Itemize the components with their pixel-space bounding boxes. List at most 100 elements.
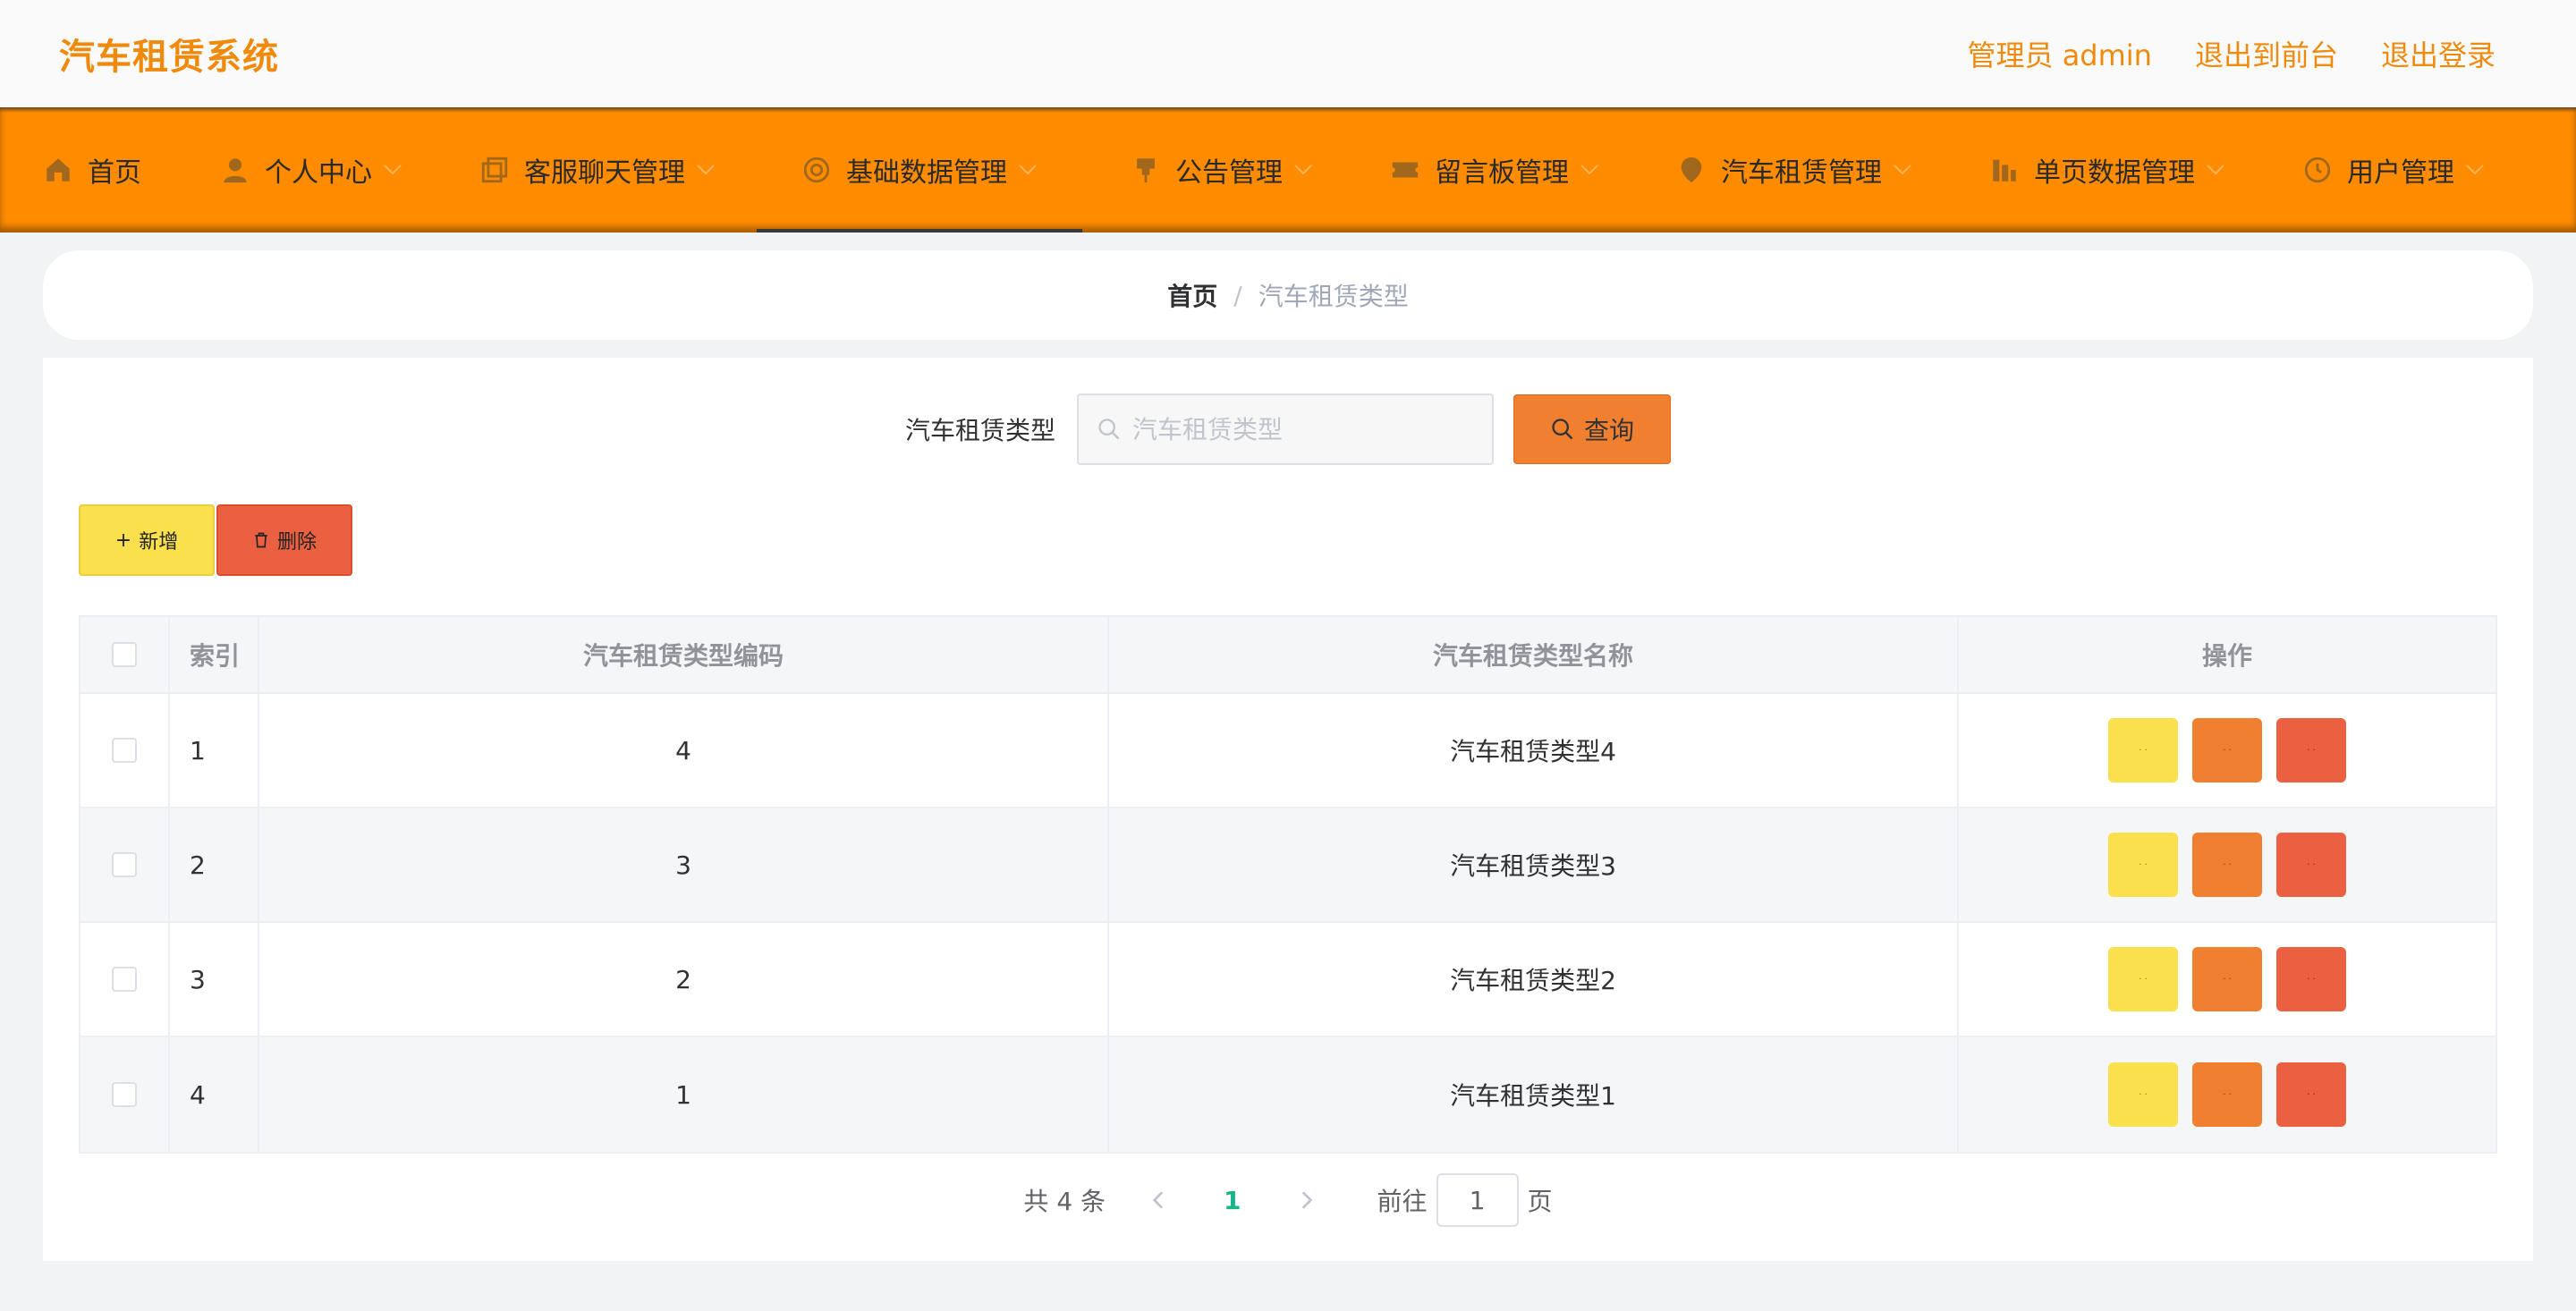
logout-link[interactable]: 退出登录 [2381,33,2496,74]
admin-user-link[interactable]: 管理员 admin [1968,33,2152,74]
delete-button[interactable]: 删除 [216,504,352,576]
app-title: 汽车租赁系统 [59,37,279,78]
view-button[interactable]: · · [2108,947,2178,1011]
row-checkbox[interactable] [112,852,137,877]
row-code: 1 [259,1037,1109,1152]
edit-button[interactable]: · · [2192,947,2262,1011]
row-name: 汽车租赁类型4 [1109,694,1959,807]
row-code: 4 [259,694,1109,807]
row-index: 3 [170,923,259,1036]
chevron-down-icon [1019,165,1037,175]
delete-button-label: 删除 [276,531,317,554]
nav-label: 用户管理 [2347,157,2454,189]
edit-button[interactable]: · · [2192,833,2262,897]
row-delete-button[interactable]: · · [2276,1062,2346,1127]
pagination: 共 4 条 1 前往 页 [43,1173,2533,1227]
prev-page-button[interactable] [1141,1182,1177,1218]
row-checkbox[interactable] [112,738,137,763]
exit-to-frontend-link[interactable]: 退出到前台 [2195,33,2338,74]
chevron-down-icon [2207,165,2224,175]
table-header-row: 索引 汽车租赁类型编码 汽车租赁类型名称 操作 [80,617,2496,694]
settings-icon [801,155,832,185]
table-row: 1 4 汽车租赁类型4 · · · · · · [80,694,2496,808]
row-delete-button[interactable]: · · [2276,947,2346,1011]
chevron-down-icon [2466,165,2484,175]
nav-item-base-data-management[interactable]: 基础数据管理 [757,107,1082,233]
row-name: 汽车租赁类型2 [1109,923,1959,1036]
nav-item-personal-center[interactable]: 个人中心 [220,107,402,233]
search-row: 汽车租赁类型 查询 [43,393,2533,465]
edit-button[interactable]: · · [2192,718,2262,782]
breadcrumb: 首页 / 汽车租赁类型 [43,250,2533,340]
chevron-left-icon [1152,1191,1164,1209]
chevron-down-icon [384,165,402,175]
data-table: 索引 汽车租赁类型编码 汽车租赁类型名称 操作 1 4 汽车租赁类型4 · · … [79,615,2497,1154]
goto-prefix: 前往 [1377,1187,1428,1216]
clock-icon [2302,155,2333,185]
nav-label: 个人中心 [265,157,372,189]
goto-page: 前往 页 [1377,1173,1553,1227]
column-header-code: 汽车租赁类型编码 [259,617,1109,692]
query-button-label: 查询 [1583,416,1634,445]
header-checkbox-cell [80,617,170,692]
column-header-name: 汽车租赁类型名称 [1109,617,1959,692]
row-checkbox[interactable] [112,1082,137,1107]
nav-item-message-board-management[interactable]: 留言板管理 [1390,107,1599,233]
edit-button[interactable]: · · [2192,1062,2262,1127]
query-button[interactable]: 查询 [1513,394,1671,464]
row-index: 4 [170,1037,259,1152]
search-input[interactable] [1132,414,1472,444]
row-delete-button[interactable]: · · [2276,833,2346,897]
map-pin-icon [1676,155,1707,185]
nav-item-user-management[interactable]: 用户管理 [2302,107,2485,233]
row-index: 2 [170,808,259,921]
row-checkbox-cell [80,808,170,921]
nav-label: 客服聊天管理 [524,157,685,189]
nav-label: 基础数据管理 [846,157,1007,189]
row-checkbox[interactable] [112,967,137,992]
row-index: 1 [170,694,259,807]
row-checkbox-cell [80,1037,170,1152]
nav-item-single-page-data-management[interactable]: 单页数据管理 [1989,107,2225,233]
row-name: 汽车租赁类型1 [1109,1037,1959,1152]
column-header-index: 索引 [170,617,259,692]
next-page-button[interactable] [1288,1182,1324,1218]
nav-item-chat-management[interactable]: 客服聊天管理 [479,107,716,233]
copy-icon [479,155,510,185]
ticket-icon [1390,155,1420,185]
row-name: 汽车租赁类型3 [1109,808,1959,921]
nav-label: 单页数据管理 [2034,157,2195,189]
nav-item-home[interactable]: 首页 [43,107,141,233]
search-icon [1098,419,1120,440]
row-actions: · · · · · · [1959,808,2496,921]
view-button[interactable]: · · [2108,718,2178,782]
breadcrumb-home[interactable]: 首页 [1167,277,1217,313]
column-header-actions: 操作 [2201,641,2252,671]
goto-suffix: 页 [1527,1187,1553,1216]
plus-icon: + [114,529,132,552]
row-actions: · · · · · · [1959,694,2496,807]
nav-item-car-rental-management[interactable]: 汽车租赁管理 [1676,107,1912,233]
row-checkbox-cell [80,923,170,1036]
breadcrumb-current: 汽车租赁类型 [1258,282,1409,311]
view-button[interactable]: · · [2108,833,2178,897]
view-button[interactable]: · · [2108,1062,2178,1127]
search-icon [1552,419,1573,440]
select-all-checkbox[interactable] [112,642,137,667]
nav-label: 首页 [88,157,141,189]
row-actions: · · · · · · [1959,923,2496,1036]
page-number-1[interactable]: 1 [1224,1186,1241,1215]
nav-label: 公告管理 [1175,157,1283,189]
home-icon [43,155,73,185]
nav-item-announcement-management[interactable]: 公告管理 [1131,107,1313,233]
goto-page-input[interactable] [1436,1173,1519,1227]
chevron-down-icon [697,165,715,175]
search-label: 汽车租赁类型 [904,416,1055,445]
main-nav: 首页 个人中心 客服聊天管理 基础数据管理 公告管理 留言板管理 汽车租赁管理 … [0,107,2576,233]
add-button[interactable]: + 新增 [79,504,215,576]
action-row: + 新增 删除 [79,504,352,576]
row-code: 3 [259,808,1109,921]
chevron-down-icon [1580,165,1598,175]
row-delete-button[interactable]: · · [2276,718,2346,782]
search-box[interactable] [1077,393,1494,465]
